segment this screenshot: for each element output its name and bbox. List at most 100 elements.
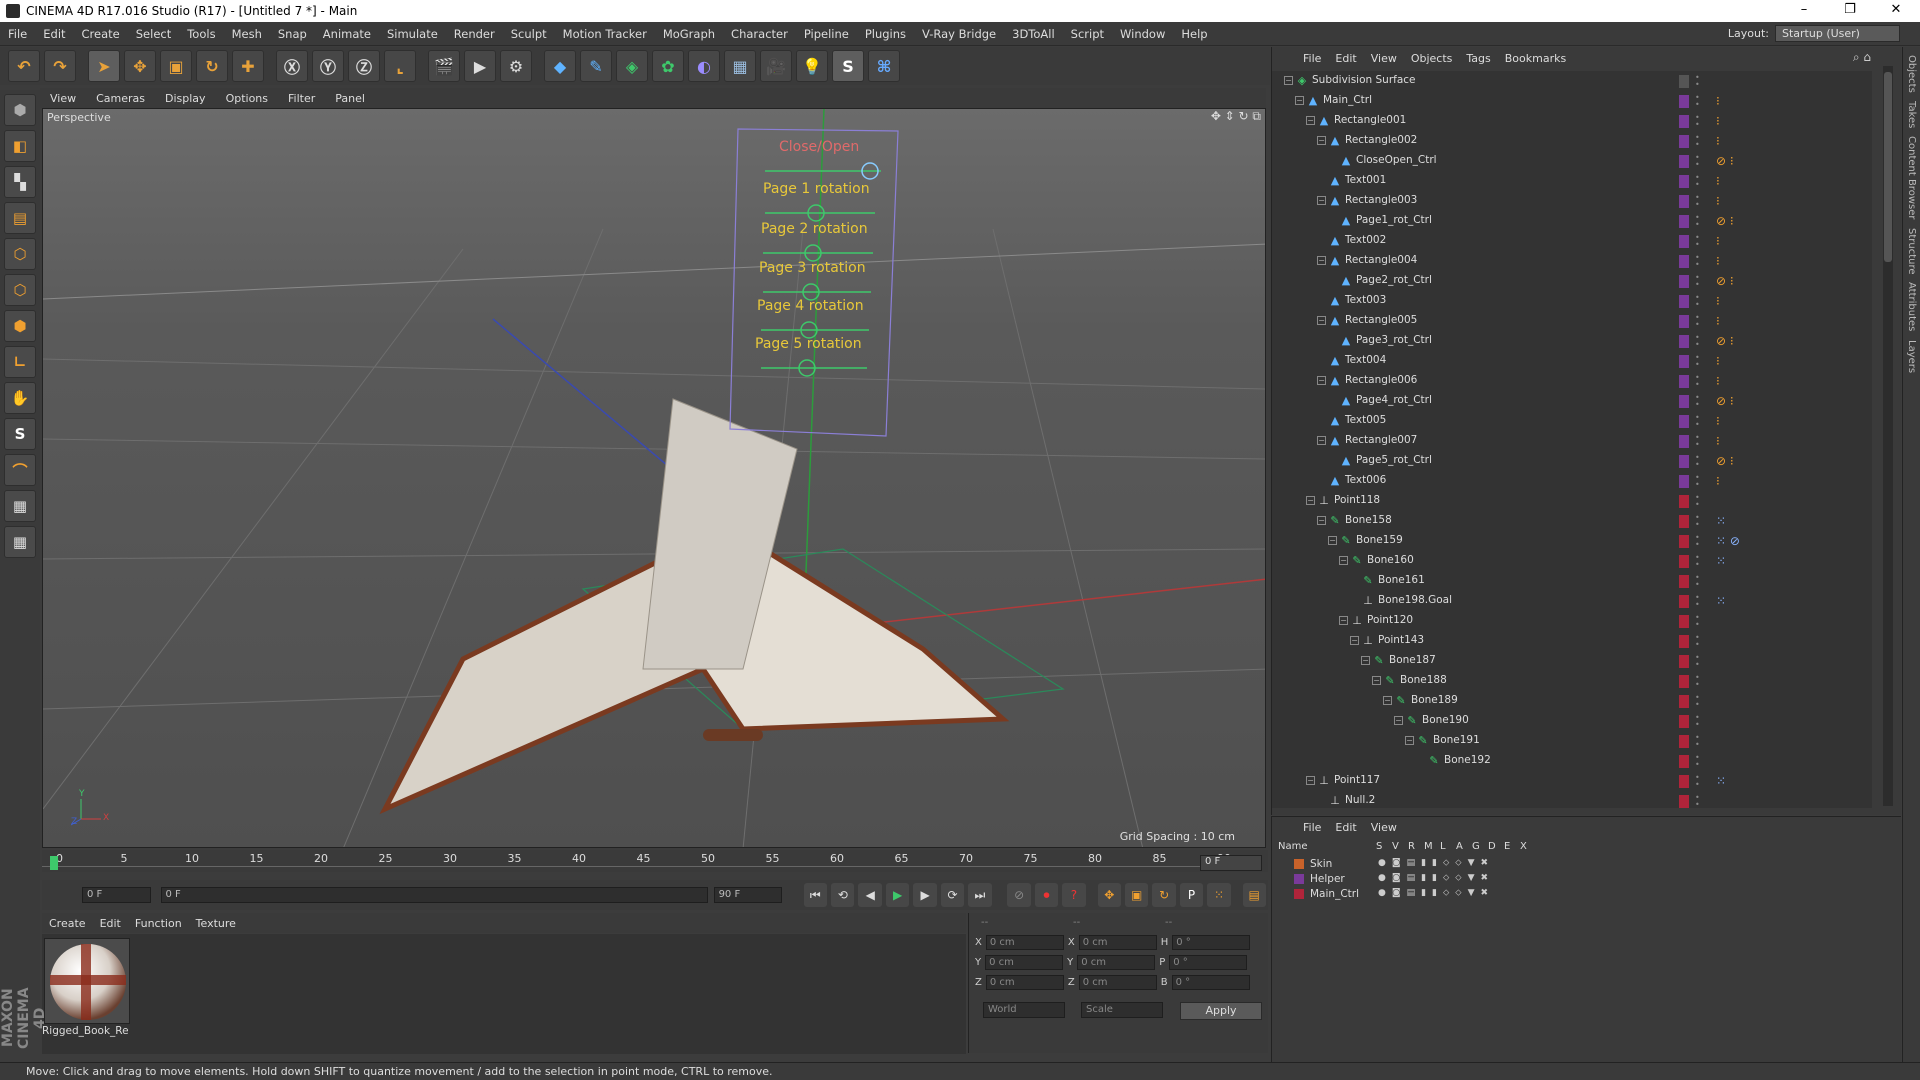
- rotation-b-field[interactable]: 0 °: [1171, 975, 1250, 990]
- layer-color-swatch[interactable]: [1679, 795, 1689, 808]
- viewport-menu-view[interactable]: View: [40, 92, 86, 105]
- coordinate-system-icon[interactable]: ⌞: [384, 50, 416, 82]
- expand-toggle-icon[interactable]: −: [1372, 676, 1381, 685]
- rotation-p-field[interactable]: 0 °: [1169, 955, 1248, 970]
- material-menu-texture[interactable]: Texture: [189, 917, 243, 930]
- object-row[interactable]: ✎ Bone161 • •: [1272, 571, 1872, 591]
- menu-animate[interactable]: Animate: [315, 27, 379, 41]
- xpresso-tag-icon[interactable]: ⁝: [1716, 354, 1720, 368]
- menu-pipeline[interactable]: Pipeline: [796, 27, 857, 41]
- move-plus-icon[interactable]: ✚: [232, 50, 264, 82]
- menu-character[interactable]: Character: [723, 27, 796, 41]
- object-row[interactable]: ⊥ Null.2 • •: [1272, 791, 1872, 808]
- layer-toggle-icons[interactable]: ●◙▤▮▮⬦⬦▼✖: [1378, 858, 1494, 868]
- layer-color-swatch[interactable]: [1679, 355, 1689, 368]
- layer-color-swatch[interactable]: [1679, 655, 1689, 668]
- expand-toggle-icon[interactable]: −: [1306, 116, 1315, 125]
- objects-menu-bookmarks[interactable]: Bookmarks: [1498, 52, 1573, 65]
- object-row[interactable]: ▲ Page5_rot_Ctrl • • ⊘ ⁝: [1272, 451, 1872, 471]
- expand-toggle-icon[interactable]: −: [1394, 716, 1403, 725]
- prev-frame-icon[interactable]: ◀: [858, 883, 882, 907]
- goto-next-key-icon[interactable]: ⟳: [940, 883, 965, 907]
- frame-range-slider[interactable]: 0 F: [160, 887, 708, 903]
- object-row[interactable]: ✎ Bone192 • •: [1272, 751, 1872, 771]
- xpresso-tag-icon[interactable]: ⁝: [1716, 174, 1720, 188]
- xpresso-tag-icon[interactable]: ⊘ ⁝: [1716, 154, 1734, 168]
- pen-spline-icon[interactable]: ✎: [580, 50, 612, 82]
- visibility-dots-icon[interactable]: • •: [1695, 614, 1701, 629]
- visibility-dots-icon[interactable]: • •: [1695, 594, 1701, 609]
- visibility-dots-icon[interactable]: • •: [1695, 94, 1701, 109]
- expand-toggle-icon[interactable]: −: [1306, 496, 1315, 505]
- object-row[interactable]: − ▲ Rectangle007 • • ⁝: [1272, 431, 1872, 451]
- object-row[interactable]: ▲ Text002 • • ⁝: [1272, 231, 1872, 251]
- lock-workplane-icon[interactable]: ▦: [4, 490, 36, 522]
- size-y-field[interactable]: 0 cm: [1077, 955, 1156, 970]
- material-menu-function[interactable]: Function: [128, 917, 189, 930]
- constraint-tag-icon[interactable]: ⁙: [1716, 774, 1726, 788]
- layer-color-swatch[interactable]: [1679, 535, 1689, 548]
- workplane-icon[interactable]: ▤: [4, 202, 36, 234]
- select-arrow-icon[interactable]: ➤: [88, 50, 120, 82]
- layer-color-swatch[interactable]: [1679, 595, 1689, 608]
- goto-start-icon[interactable]: ⏮: [803, 883, 828, 907]
- layer-color-swatch[interactable]: [1679, 635, 1689, 648]
- model-mode-icon[interactable]: ◧: [4, 130, 36, 162]
- visibility-dots-icon[interactable]: • •: [1695, 794, 1701, 809]
- object-row[interactable]: − ▲ Rectangle005 • • ⁝: [1272, 311, 1872, 331]
- objects-menu-objects[interactable]: Objects: [1404, 52, 1460, 65]
- object-row[interactable]: ⊥ Bone198.Goal • • ⁙: [1272, 591, 1872, 611]
- expand-toggle-icon[interactable]: −: [1350, 636, 1359, 645]
- layer-color-swatch[interactable]: [1679, 275, 1689, 288]
- viewport-menu-cameras[interactable]: Cameras: [86, 92, 155, 105]
- render-picture-viewer-icon[interactable]: ▶: [464, 50, 496, 82]
- visibility-dots-icon[interactable]: • •: [1695, 454, 1701, 469]
- xpresso-tag-icon[interactable]: ⁝: [1716, 474, 1720, 488]
- visibility-dots-icon[interactable]: • •: [1695, 654, 1701, 669]
- constraint-tag-icon[interactable]: ⁙: [1716, 554, 1726, 568]
- layer-color-swatch[interactable]: [1679, 75, 1689, 88]
- object-row[interactable]: − ⊥ Point117 • • ⁙: [1272, 771, 1872, 791]
- visibility-dots-icon[interactable]: • •: [1695, 114, 1701, 129]
- xpresso-tag-icon[interactable]: ⁝: [1716, 254, 1720, 268]
- y-axis-icon[interactable]: Ⓨ: [312, 50, 344, 82]
- visibility-dots-icon[interactable]: • •: [1695, 474, 1701, 489]
- xpresso-tag-icon[interactable]: ⁝: [1716, 114, 1720, 128]
- tweak-icon[interactable]: ✋: [4, 382, 36, 414]
- layer-color-swatch[interactable]: [1294, 889, 1304, 899]
- autokey-icon[interactable]: ⏺: [1034, 883, 1059, 907]
- object-row[interactable]: − ✎ Bone189 • •: [1272, 691, 1872, 711]
- light-icon[interactable]: 💡: [796, 50, 828, 82]
- object-row[interactable]: − ✎ Bone160 • • ⁙: [1272, 551, 1872, 571]
- points-mode-icon[interactable]: ⬡: [4, 238, 36, 270]
- xpresso-tag-icon[interactable]: ⁝: [1716, 294, 1720, 308]
- floor-icon[interactable]: ▦: [724, 50, 756, 82]
- layout-dropdown[interactable]: Startup (User): [1775, 25, 1900, 42]
- visibility-dots-icon[interactable]: • •: [1695, 194, 1701, 209]
- xpresso-tag-icon[interactable]: ⁝: [1716, 194, 1720, 208]
- layer-menu-file[interactable]: File: [1296, 821, 1328, 834]
- position-z-field[interactable]: 0 cm: [985, 975, 1064, 990]
- menu-mesh[interactable]: Mesh: [224, 27, 270, 41]
- layer-color-swatch[interactable]: [1679, 615, 1689, 628]
- menu-help[interactable]: Help: [1173, 27, 1215, 41]
- menu-file[interactable]: File: [0, 27, 35, 41]
- layer-color-swatch[interactable]: [1679, 235, 1689, 248]
- objects-menu-file[interactable]: File: [1296, 52, 1328, 65]
- side-tab-objects[interactable]: Objects: [1906, 55, 1917, 93]
- layer-toggle-icons[interactable]: ●◙▤▮▮⬦⬦▼✖: [1378, 873, 1494, 883]
- viewport-menu-display[interactable]: Display: [155, 92, 216, 105]
- object-row[interactable]: − ✎ Bone188 • •: [1272, 671, 1872, 691]
- visibility-dots-icon[interactable]: • •: [1695, 214, 1701, 229]
- layer-color-swatch[interactable]: [1679, 95, 1689, 108]
- next-frame-icon[interactable]: ▶: [913, 883, 937, 907]
- python-script-icon[interactable]: S: [832, 50, 864, 82]
- layer-color-swatch[interactable]: [1679, 455, 1689, 468]
- expand-toggle-icon[interactable]: −: [1317, 136, 1326, 145]
- x-axis-icon[interactable]: Ⓧ: [276, 50, 308, 82]
- rotation-h-field[interactable]: 0 °: [1172, 935, 1251, 950]
- magnet-icon[interactable]: ⌒: [4, 454, 36, 486]
- python-icon[interactable]: ⌘: [868, 50, 900, 82]
- layer-color-swatch[interactable]: [1679, 255, 1689, 268]
- apply-button[interactable]: Apply: [1180, 1002, 1262, 1020]
